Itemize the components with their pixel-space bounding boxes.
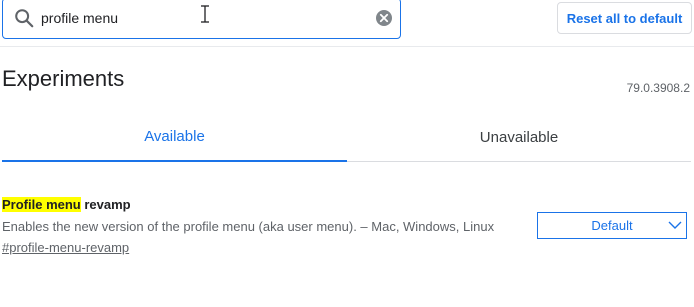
experiment-state-select[interactable]: Default: [537, 212, 687, 239]
page-title: Experiments: [2, 66, 125, 91]
experiment-item: Profile menu revamp Enables the new vers…: [2, 196, 692, 255]
experiment-link[interactable]: #profile-menu-revamp: [2, 240, 129, 255]
top-bar: profile menu Reset all to default: [0, 0, 694, 47]
experiment-description: Enables the new version of the profile m…: [2, 219, 495, 234]
search-icon: [15, 9, 34, 28]
select-value: Default: [591, 218, 633, 233]
clear-icon[interactable]: [375, 9, 393, 27]
reset-all-button[interactable]: Reset all to default: [557, 2, 692, 34]
tab-unavailable[interactable]: Unavailable: [347, 113, 691, 161]
search-input[interactable]: profile menu: [2, 0, 401, 39]
search-query[interactable]: profile menu: [41, 10, 118, 26]
tab-bar: Available Unavailable: [2, 113, 691, 162]
chevron-down-icon: [668, 221, 682, 229]
experiment-title-rest: revamp: [80, 197, 131, 212]
search-highlight: Profile menu: [2, 197, 81, 212]
flags-page: profile menu Reset all to default Experi…: [0, 0, 694, 307]
tab-available[interactable]: Available: [2, 113, 347, 162]
text-cursor-icon: [201, 5, 209, 23]
version-label: 79.0.3908.2: [626, 81, 690, 95]
